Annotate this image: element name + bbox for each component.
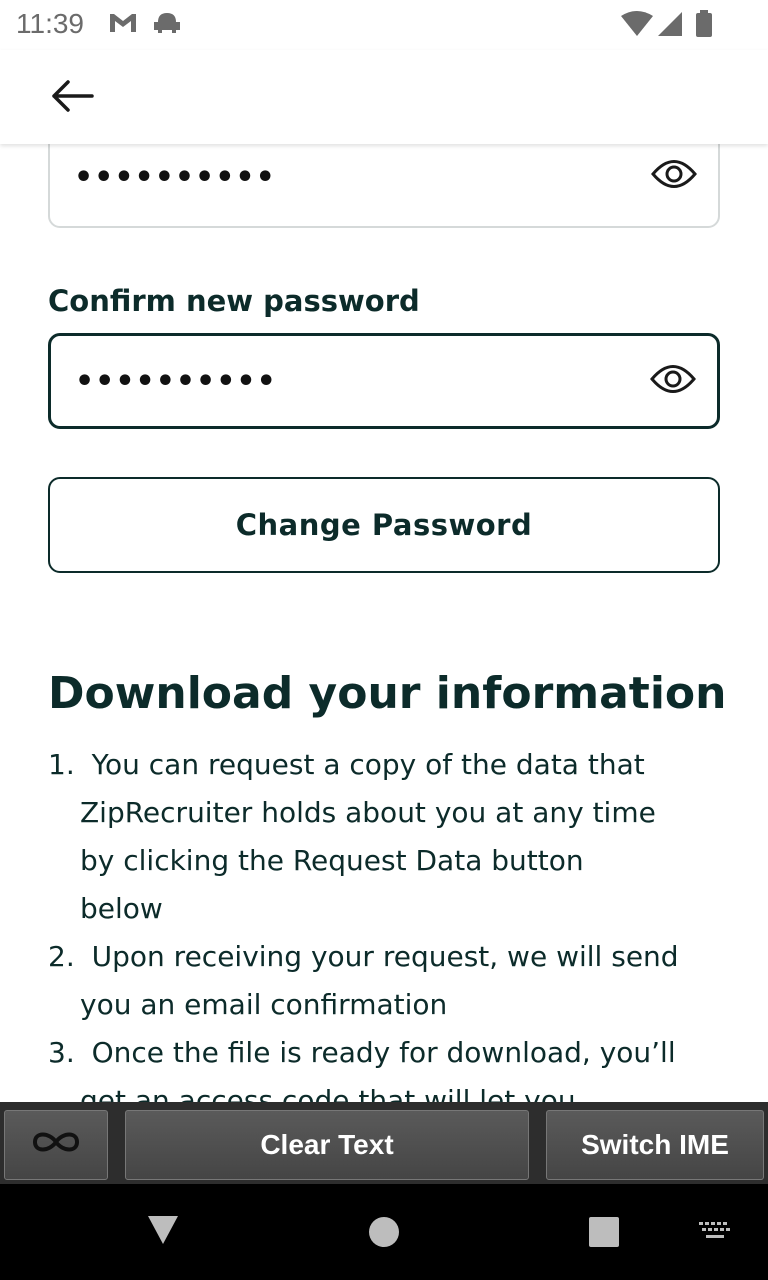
list-item: 2. Upon receiving your request, we will … — [48, 933, 738, 1029]
back-button[interactable] — [40, 72, 104, 124]
confirm-password-label: Confirm new password — [48, 284, 420, 318]
nav-recents-button[interactable] — [588, 1216, 620, 1252]
android-debug-icon — [152, 10, 182, 40]
step-text: ZipRecruiter holds about you at any time — [80, 796, 656, 829]
switch-ime-label: Switch IME — [581, 1129, 729, 1160]
change-password-button[interactable]: Change Password — [48, 477, 720, 573]
signal-icon — [656, 10, 684, 42]
new-password-value: •••••••••• — [74, 160, 276, 195]
battery-icon — [694, 10, 714, 42]
eye-icon — [651, 157, 697, 195]
new-password-field[interactable]: •••••••••• — [48, 144, 720, 228]
show-confirm-password-button[interactable] — [647, 359, 699, 403]
download-info-title: Download your information — [48, 668, 727, 719]
back-triangle-icon — [146, 1216, 180, 1250]
step-number: 1. — [48, 748, 75, 781]
step-text: you an email confirmation — [80, 988, 448, 1021]
ime-toolbar: Clear Text Switch IME — [0, 1102, 768, 1184]
clear-text-label: Clear Text — [260, 1129, 394, 1160]
list-item: 1. You can request a copy of the data th… — [48, 741, 738, 933]
switch-ime-button[interactable]: Switch IME — [546, 1110, 764, 1180]
gmail-icon — [108, 10, 138, 40]
step-text: by clicking the Request Data button — [80, 844, 584, 877]
system-nav-bar — [0, 1184, 768, 1280]
show-new-password-button[interactable] — [648, 154, 700, 198]
settings-content[interactable]: •••••••••• Confirm new password ••••••••… — [0, 144, 768, 1102]
status-bar: 11:39 — [0, 0, 768, 50]
nav-keyboard-button[interactable] — [698, 1220, 732, 1246]
home-circle-icon — [368, 1217, 400, 1252]
step-number: 2. — [48, 940, 75, 973]
clear-text-button[interactable]: Clear Text — [125, 1110, 529, 1180]
step-text: below — [80, 892, 163, 925]
keyboard-icon — [698, 1222, 732, 1246]
nav-back-button[interactable] — [146, 1214, 180, 1250]
infinity-button[interactable] — [4, 1110, 108, 1180]
recents-square-icon — [588, 1217, 620, 1252]
status-time: 11:39 — [16, 8, 84, 39]
arrow-left-icon — [50, 78, 94, 118]
step-text: You can request a copy of the data that — [91, 748, 645, 781]
step-text: Once the file is ready for download, you… — [91, 1036, 676, 1069]
list-item: 3. Once the file is ready for download, … — [48, 1029, 738, 1102]
wifi-icon — [620, 10, 654, 42]
step-number: 3. — [48, 1036, 75, 1069]
step-text: get an access code that will let you — [80, 1084, 576, 1102]
infinity-icon — [31, 1129, 81, 1162]
app-bar — [0, 50, 768, 144]
confirm-password-field[interactable]: •••••••••• — [48, 333, 720, 429]
download-steps-list: 1. You can request a copy of the data th… — [48, 741, 738, 1102]
nav-home-button[interactable] — [368, 1216, 400, 1252]
step-text: Upon receiving your request, we will sen… — [91, 940, 679, 973]
change-password-label: Change Password — [235, 508, 533, 542]
eye-icon — [650, 362, 696, 400]
confirm-password-value: •••••••••• — [75, 364, 277, 399]
